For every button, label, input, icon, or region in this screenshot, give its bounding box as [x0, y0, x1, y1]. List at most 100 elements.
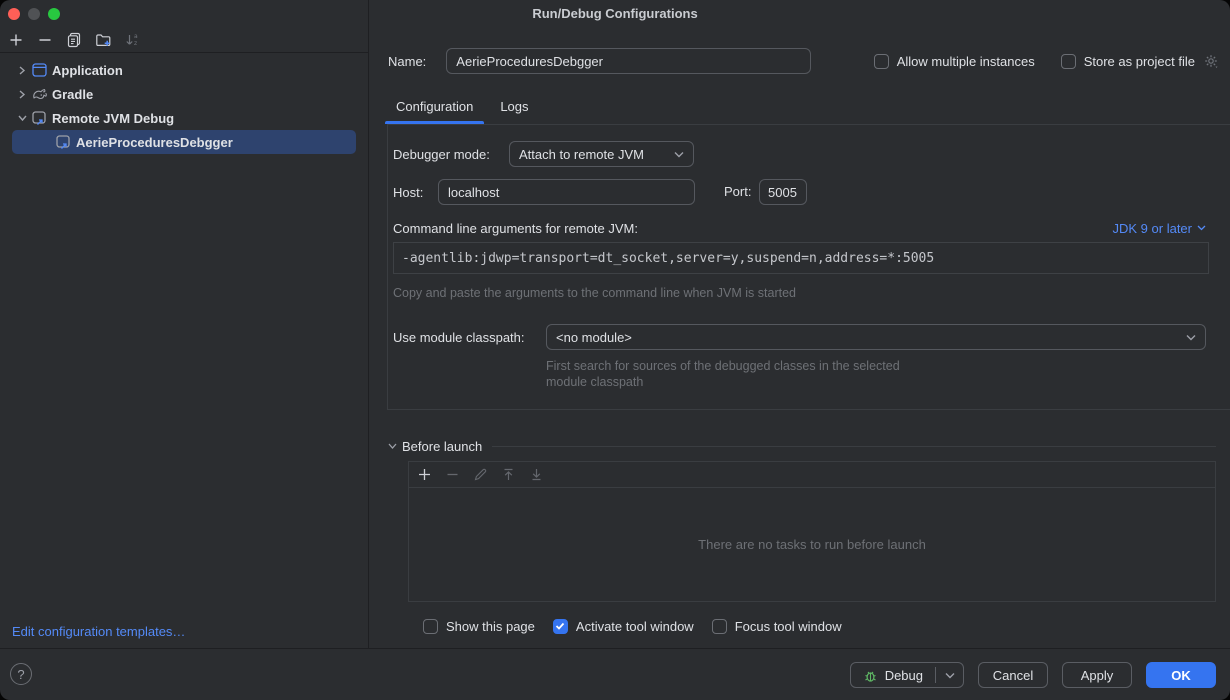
activate-tool-window-label: Activate tool window: [576, 619, 694, 634]
show-this-page-checkbox[interactable]: Show this page: [423, 619, 535, 634]
name-label: Name:: [388, 54, 426, 69]
cmdline-arguments-value: -agentlib:jdwp=transport=dt_socket,serve…: [402, 251, 934, 266]
remove-configuration-icon[interactable]: [36, 31, 54, 49]
edit-configuration-templates-link[interactable]: Edit configuration templates…: [12, 624, 185, 639]
tree-item-application[interactable]: Application: [12, 58, 356, 82]
module-hint-line1: First search for sources of the debugged…: [546, 358, 900, 374]
focus-tool-window-label: Focus tool window: [735, 619, 842, 634]
chevron-down-icon: [388, 442, 397, 450]
configurations-tree: Application Gradle: [0, 53, 368, 154]
module-classpath-row: Use module classpath:: [393, 324, 525, 350]
copy-configuration-icon[interactable]: [65, 31, 83, 49]
port-label: Port:: [724, 184, 751, 199]
cancel-button[interactable]: Cancel: [978, 662, 1048, 688]
add-configuration-icon[interactable]: [7, 31, 25, 49]
host-label: Host:: [393, 185, 423, 200]
checkbox-box[interactable]: [553, 619, 568, 634]
before-launch-header[interactable]: Before launch: [388, 438, 1216, 454]
checkmark-icon: [555, 622, 565, 630]
cmdline-arguments-field[interactable]: -agentlib:jdwp=transport=dt_socket,serve…: [393, 242, 1209, 274]
store-as-project-file-label: Store as project file: [1084, 54, 1195, 69]
new-folder-icon[interactable]: [94, 31, 112, 49]
module-classpath-value: <no module>: [556, 330, 632, 345]
remote-jvm-debug-icon: [32, 111, 49, 126]
tool-window-options-row: Show this page Activate tool window Focu…: [423, 613, 842, 639]
tab-label: Logs: [500, 99, 528, 114]
name-row: Name: Allow multiple instances Store as …: [388, 48, 1220, 74]
tab-label: Configuration: [396, 99, 473, 114]
gradle-icon: [32, 87, 49, 101]
debugger-mode-select[interactable]: Attach to remote JVM: [509, 141, 694, 167]
chevron-down-icon: [674, 151, 684, 158]
debug-bug-icon: [863, 668, 878, 683]
tree-item-label: Application: [52, 63, 123, 78]
tab-configuration[interactable]: Configuration: [396, 90, 473, 124]
chevron-down-icon: [1197, 225, 1206, 231]
allow-multiple-instances-label: Allow multiple instances: [897, 54, 1035, 69]
tree-item-remote-jvm-debug[interactable]: Remote JVM Debug: [12, 106, 356, 130]
configuration-panel: Debugger mode: Attach to remote JVM Host…: [387, 124, 1230, 410]
debug-button-label: Debug: [885, 668, 923, 683]
debug-split-button[interactable]: Debug: [850, 662, 964, 688]
configurations-sidebar: a z Application: [0, 28, 368, 648]
ok-button[interactable]: OK: [1146, 662, 1216, 688]
checkbox-box[interactable]: [423, 619, 438, 634]
move-down-icon: [527, 466, 545, 484]
remote-jvm-debug-icon: [56, 135, 73, 150]
dialog-footer: ? Debug Cancel Apply OK: [0, 648, 1230, 700]
help-question-mark: ?: [17, 667, 24, 682]
activate-tool-window-checkbox[interactable]: Activate tool window: [553, 619, 694, 634]
title-bar: Run/Debug Configurations: [0, 0, 1230, 28]
add-task-icon[interactable]: [415, 466, 433, 484]
tree-item-label: Gradle: [52, 87, 93, 102]
jdk-version-value: JDK 9 or later: [1113, 221, 1192, 236]
store-as-project-file-checkbox[interactable]: Store as project file: [1061, 54, 1195, 69]
tree-item-label: AerieProceduresDebgger: [76, 135, 233, 150]
host-input[interactable]: [438, 179, 695, 205]
dialog-title: Run/Debug Configurations: [0, 6, 1230, 21]
run-debug-configurations-dialog: Run/Debug Configurations: [0, 0, 1230, 700]
config-tabs: Configuration Logs: [396, 90, 529, 124]
chevron-down-icon: [1186, 334, 1196, 341]
port-input[interactable]: [759, 179, 807, 205]
host-port-row: Host:: [393, 179, 423, 205]
application-icon: [32, 63, 49, 77]
remove-task-icon: [443, 466, 461, 484]
debug-dropdown-chevron[interactable]: [936, 663, 963, 687]
jdk-version-select[interactable]: JDK 9 or later: [1113, 221, 1206, 236]
sidebar-toolbar: a z: [0, 28, 368, 53]
focus-tool-window-checkbox[interactable]: Focus tool window: [712, 619, 842, 634]
show-this-page-label: Show this page: [446, 619, 535, 634]
debugger-mode-row: Debugger mode:: [393, 141, 490, 167]
tab-logs[interactable]: Logs: [500, 90, 528, 124]
edit-task-icon: [471, 466, 489, 484]
before-launch-title: Before launch: [402, 439, 482, 454]
configuration-content: Name: Allow multiple instances Store as …: [369, 28, 1230, 648]
name-input[interactable]: [446, 48, 811, 74]
svg-text:a: a: [134, 33, 138, 40]
debugger-mode-value: Attach to remote JVM: [519, 147, 644, 162]
tree-item-gradle[interactable]: Gradle: [12, 82, 356, 106]
svg-text:z: z: [134, 40, 137, 47]
before-launch-tasks-panel: There are no tasks to run before launch: [408, 461, 1216, 602]
cmdline-arguments-label: Command line arguments for remote JVM:: [393, 221, 638, 236]
allow-multiple-instances-checkbox[interactable]: Allow multiple instances: [874, 54, 1035, 69]
help-button[interactable]: ?: [10, 663, 32, 685]
tree-item-aerie-procedures-debgger[interactable]: AerieProceduresDebgger: [12, 130, 356, 154]
module-hint-line2: module classpath: [546, 374, 900, 390]
before-launch-divider: [492, 446, 1216, 447]
chevron-right-icon[interactable]: [12, 90, 32, 99]
debugger-mode-label: Debugger mode:: [393, 147, 490, 162]
module-classpath-hint: First search for sources of the debugged…: [546, 358, 900, 390]
cmdline-hint: Copy and paste the arguments to the comm…: [393, 285, 796, 301]
checkbox-box[interactable]: [1061, 54, 1076, 69]
sort-configurations-icon: a z: [123, 31, 141, 49]
chevron-right-icon[interactable]: [12, 66, 32, 75]
cmdline-label-row: Command line arguments for remote JVM: J…: [393, 220, 1206, 236]
store-options-gear-icon[interactable]: [1203, 53, 1220, 70]
apply-button[interactable]: Apply: [1062, 662, 1132, 688]
checkbox-box[interactable]: [874, 54, 889, 69]
checkbox-box[interactable]: [712, 619, 727, 634]
module-classpath-select[interactable]: <no module>: [546, 324, 1206, 350]
chevron-down-icon[interactable]: [12, 114, 32, 122]
